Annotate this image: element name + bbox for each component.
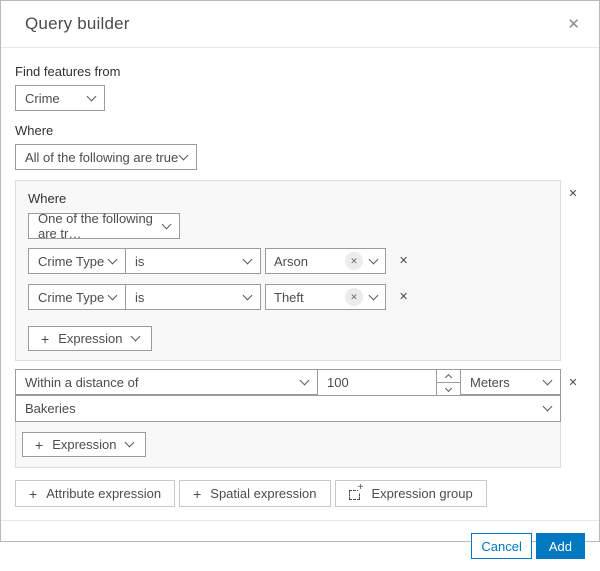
expression-group-2: Within a distance of 100 Meters Bakeries… [15, 369, 585, 468]
layer-select-value: Crime [25, 90, 60, 106]
condition-row: Crime Type is Arson ✕ ✕ [28, 248, 554, 274]
query-builder-dialog: Query builder ✕ Find features from Crime… [0, 0, 600, 559]
remove-row-icon[interactable]: ✕ [397, 254, 410, 269]
target-layer-select[interactable]: Bakeries [15, 395, 561, 422]
chevron-down-icon [178, 150, 189, 160]
root-operator-select[interactable]: All of the following are true [15, 144, 197, 170]
group-1-where-label: Where [28, 191, 67, 206]
group-1-operator-value: One of the following are tr… [38, 211, 153, 241]
add-expression-label: Expression [58, 331, 123, 346]
group-2-panel: Within a distance of 100 Meters Bakeries… [15, 369, 561, 468]
add-spatial-expression-button[interactable]: + Spatial expression [179, 480, 331, 507]
value-select[interactable]: Theft ✕ [265, 284, 386, 310]
expression-actions: + Attribute expression + Spatial express… [15, 480, 585, 507]
cancel-button[interactable]: Cancel [471, 533, 532, 559]
remove-row-icon[interactable]: ✕ [397, 290, 410, 305]
field-select-value: Crime Type [38, 253, 105, 269]
target-layer-value: Bakeries [25, 401, 76, 416]
distance-stepper [436, 370, 460, 395]
chevron-down-icon [368, 254, 379, 264]
plus-icon: + [41, 330, 50, 347]
spatial-operator-value: Within a distance of [25, 374, 139, 390]
chip-remove-icon[interactable]: ✕ [345, 288, 363, 306]
target-layer-row: Bakeries [15, 395, 561, 422]
value-select[interactable]: Arson ✕ [265, 248, 386, 274]
operator-select[interactable]: is [125, 284, 261, 310]
group-1-side: ✕ [561, 180, 585, 361]
field-select[interactable]: Crime Type [28, 248, 126, 274]
unit-select[interactable]: Meters [460, 369, 561, 395]
unit-select-value: Meters [470, 374, 510, 390]
find-features-label: Find features from [15, 64, 121, 79]
close-icon[interactable]: ✕ [565, 15, 582, 34]
stepper-up-button[interactable] [437, 370, 460, 382]
dialog-header: Query builder ✕ [1, 1, 599, 48]
plus-icon: + [35, 436, 44, 453]
expression-group-1: Where One of the following are tr… Crime… [15, 180, 585, 361]
add-button[interactable]: Add [535, 533, 585, 559]
value-chip-label: Arson [274, 253, 308, 269]
chevron-down-icon [130, 331, 140, 342]
operator-select-value: is [135, 289, 145, 305]
chevron-up-icon [444, 373, 453, 381]
chevron-down-icon [444, 384, 453, 392]
operator-select-value: is [135, 253, 145, 269]
chevron-down-icon [124, 437, 134, 448]
add-expression-group-button[interactable]: + Expression group [334, 480, 487, 507]
dialog-body: Find features from Crime Where All of th… [1, 48, 599, 507]
chevron-down-icon [242, 254, 253, 264]
dialog-title: Query builder [25, 14, 130, 33]
spatial-condition-row: Within a distance of 100 Meters [15, 369, 561, 396]
group-2-side: ✕ [561, 369, 585, 468]
field-select-value: Crime Type [38, 289, 105, 305]
distance-input[interactable] [318, 370, 436, 395]
field-select[interactable]: Crime Type [28, 284, 126, 310]
expression-group-label: Expression group [371, 486, 473, 501]
chevron-down-icon [107, 290, 118, 300]
remove-group-icon[interactable]: ✕ [566, 187, 579, 202]
chevron-down-icon [542, 401, 553, 412]
chevron-down-icon [242, 290, 253, 300]
layer-select[interactable]: Crime [15, 85, 105, 111]
expression-group-icon: + [348, 483, 364, 500]
group-1-operator-select[interactable]: One of the following are tr… [28, 211, 180, 241]
operator-select[interactable]: is [125, 248, 261, 274]
chevron-down-icon [107, 254, 118, 264]
add-expression-label: Expression [52, 437, 117, 452]
plus-icon: + [29, 485, 38, 502]
add-expression-button[interactable]: + Expression [22, 432, 146, 457]
where-label: Where [15, 123, 54, 138]
group-1-panel: Where One of the following are tr… Crime… [15, 180, 561, 361]
chevron-down-icon [161, 219, 172, 229]
remove-group-icon[interactable]: ✕ [566, 376, 579, 391]
add-expression-button[interactable]: + Expression [28, 326, 152, 351]
chip-remove-icon[interactable]: ✕ [345, 252, 363, 270]
chevron-down-icon [542, 375, 553, 385]
spatial-operator-select[interactable]: Within a distance of [15, 369, 318, 395]
root-operator-value: All of the following are true [25, 149, 179, 165]
stepper-down-button[interactable] [437, 382, 460, 395]
chevron-down-icon [86, 91, 97, 101]
chevron-down-icon [368, 290, 379, 300]
condition-row: Crime Type is Theft ✕ ✕ [28, 284, 554, 310]
distance-input-wrap [317, 369, 461, 396]
dialog-footer: Cancel Add [1, 520, 599, 571]
chevron-down-icon [299, 375, 310, 385]
plus-icon: + [193, 485, 202, 502]
value-chip-label: Theft [274, 289, 304, 305]
spatial-expression-label: Spatial expression [210, 486, 317, 501]
add-attribute-expression-button[interactable]: + Attribute expression [15, 480, 176, 507]
attribute-expression-label: Attribute expression [46, 486, 162, 501]
